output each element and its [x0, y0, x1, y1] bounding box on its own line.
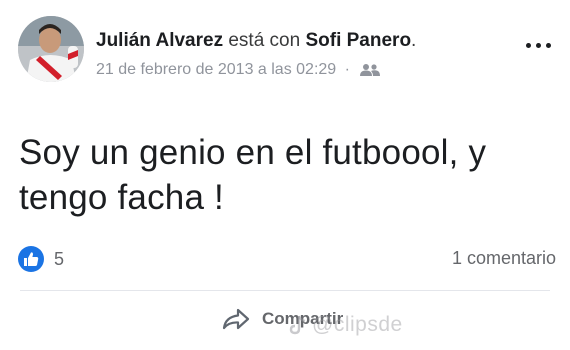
tagged-name[interactable]: Sofi Panero [305, 30, 411, 51]
action-divider [20, 290, 550, 291]
post-timestamp[interactable]: 21 de febrero de 2013 a las 02:29 [96, 61, 336, 78]
post-meta: Julián Alvarez está con Sofi Panero. 21 … [96, 29, 516, 81]
friends-icon[interactable] [360, 63, 381, 77]
post-text-line-2: tengo facha ! [19, 178, 224, 217]
watermark-text: @clipsde [312, 313, 403, 336]
sentence-period: . [411, 30, 417, 51]
separator-dot: · [344, 61, 350, 78]
reactions-summary[interactable]: 5 [18, 245, 64, 273]
avatar[interactable] [18, 16, 84, 82]
facebook-post: Julián Alvarez está con Sofi Panero. 21 … [0, 0, 570, 350]
comment-count-link[interactable]: 1 comentario [452, 248, 556, 269]
post-text-line-1: Soy un genio en el futboool, y [19, 133, 487, 172]
avatar-image [18, 16, 84, 82]
share-icon [222, 308, 250, 330]
with-verb: está con [228, 30, 301, 51]
watermark: @clipsde [288, 313, 403, 337]
post-text: Soy un genio en el futboool, y tengo fac… [19, 130, 539, 220]
more-options-icon[interactable] [526, 40, 554, 50]
tiktok-icon [289, 315, 306, 335]
like-icon [18, 246, 44, 272]
post-subline: 21 de febrero de 2013 a las 02:29 · [96, 59, 516, 81]
post-header: Julián Alvarez está con Sofi Panero. 21 … [18, 16, 558, 86]
author-name[interactable]: Julián Alvarez [96, 30, 223, 51]
author-line: Julián Alvarez está con Sofi Panero. [96, 29, 516, 53]
reaction-count: 5 [54, 248, 65, 269]
